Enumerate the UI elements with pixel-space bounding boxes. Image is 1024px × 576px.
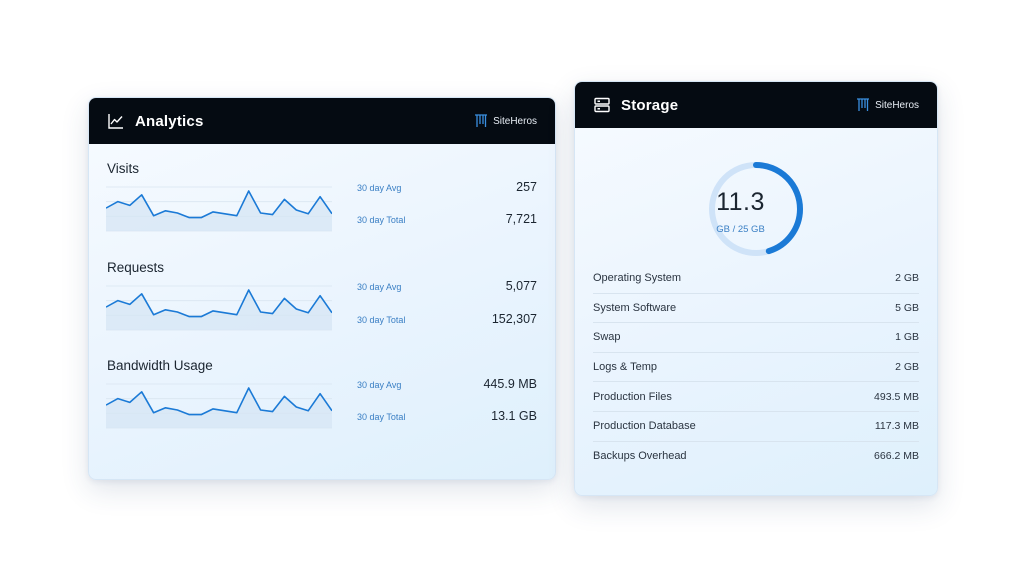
list-item: System Software 5 GB — [593, 294, 919, 324]
row-label: Production Database — [593, 420, 696, 433]
metric-total-value: 13.1 GB — [491, 409, 537, 423]
metric-total-value: 152,307 — [491, 312, 537, 326]
line-chart-icon — [107, 112, 125, 130]
analytics-brand-name: SiteHeros — [493, 115, 537, 127]
metric-title: Bandwidth Usage — [107, 358, 213, 373]
siteheros-logo-icon — [856, 98, 870, 112]
list-item: Operating System 2 GB — [593, 264, 919, 294]
analytics-brand[interactable]: SiteHeros — [474, 114, 537, 128]
row-value: 117.3 MB — [874, 420, 919, 433]
storage-breakdown-list: Operating System 2 GB System Software 5 … — [593, 264, 919, 471]
row-value: 2 GB — [895, 272, 919, 285]
metric-total-label: 30 day Total — [357, 215, 406, 225]
visits-sparkline — [106, 186, 332, 232]
list-item: Backups Overhead 666.2 MB — [593, 442, 919, 472]
row-label: Production Files — [593, 390, 672, 403]
list-item: Production Database 117.3 MB — [593, 412, 919, 442]
metric-visits: Visits 30 day Avg 257 30 day Total 7,721 — [89, 161, 555, 251]
bandwidth-sparkline — [106, 383, 332, 429]
row-label: Operating System — [593, 272, 682, 285]
row-label: Backups Overhead — [593, 450, 687, 463]
row-value: 5 GB — [895, 301, 919, 314]
row-label: Swap — [593, 331, 621, 344]
analytics-card: Analytics SiteHeros Visits 30 day Avg 25… — [88, 97, 556, 480]
list-item: Production Files 493.5 MB — [593, 382, 919, 412]
row-value: 493.5 MB — [874, 390, 919, 403]
storage-header: Storage SiteHeros — [575, 82, 937, 128]
storage-capacity-text: GB / 25 GB — [716, 224, 765, 235]
storage-brand[interactable]: SiteHeros — [856, 98, 919, 112]
server-stack-icon — [593, 96, 611, 114]
storage-used-value: 11.3 — [716, 188, 765, 216]
metric-avg-label: 30 day Avg — [357, 183, 402, 193]
requests-sparkline — [106, 285, 332, 331]
row-value: 2 GB — [895, 361, 919, 374]
metric-title: Visits — [107, 161, 140, 176]
metric-avg-value: 5,077 — [505, 279, 537, 293]
storage-brand-name: SiteHeros — [875, 99, 919, 111]
metric-total-label: 30 day Total — [357, 412, 406, 422]
row-label: System Software — [593, 301, 677, 314]
metric-title: Requests — [107, 260, 165, 275]
analytics-header: Analytics SiteHeros — [89, 98, 555, 144]
metric-total-value: 7,721 — [505, 212, 537, 226]
list-item: Logs & Temp 2 GB — [593, 353, 919, 383]
metric-avg-label: 30 day Avg — [357, 380, 402, 390]
siteheros-logo-icon — [474, 114, 488, 128]
metric-avg-label: 30 day Avg — [357, 282, 402, 292]
metric-total-label: 30 day Total — [357, 315, 406, 325]
row-value: 1 GB — [895, 331, 919, 344]
metric-avg-value: 445.9 MB — [483, 377, 537, 391]
list-item: Swap 1 GB — [593, 323, 919, 353]
metric-requests: Requests 30 day Avg 5,077 30 day Total 1… — [89, 260, 555, 350]
row-label: Logs & Temp — [593, 361, 658, 374]
analytics-title: Analytics — [135, 112, 204, 130]
row-value: 666.2 MB — [874, 450, 919, 463]
storage-card: Storage SiteHeros 11.3 GB / 25 GB Operat… — [574, 81, 938, 496]
storage-title: Storage — [621, 96, 679, 114]
metric-avg-value: 257 — [516, 180, 537, 194]
metric-bandwidth: Bandwidth Usage 30 day Avg 445.9 MB 30 d… — [89, 358, 555, 448]
